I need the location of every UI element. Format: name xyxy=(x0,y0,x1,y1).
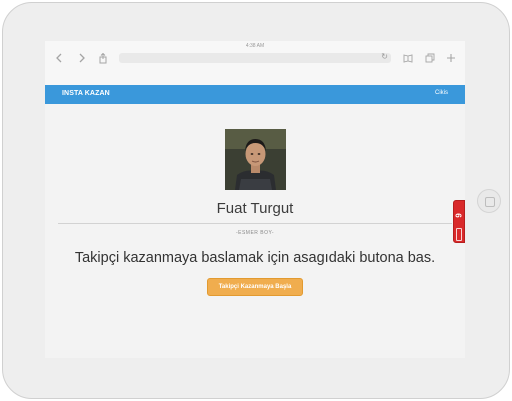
side-tab-icon xyxy=(456,228,462,241)
divider xyxy=(58,223,452,224)
tabs-icon[interactable] xyxy=(425,53,435,65)
device-screen: 4:38 AM ↻ INSTA KAZAN Cikis Fuat Turgut … xyxy=(45,41,465,358)
book-icon[interactable] xyxy=(403,53,413,65)
plus-icon[interactable] xyxy=(446,53,456,65)
chevron-left-icon[interactable] xyxy=(55,53,63,65)
reload-icon[interactable]: ↻ xyxy=(381,52,388,61)
home-button-icon xyxy=(485,197,495,207)
side-feedback-tab[interactable]: 6 xyxy=(453,200,465,243)
app-title[interactable]: INSTA KAZAN xyxy=(62,90,110,97)
address-bar[interactable]: ↻ xyxy=(119,52,391,63)
browser-toolbar: 4:38 AM ↻ xyxy=(45,41,465,86)
share-icon[interactable] xyxy=(98,52,108,66)
profile-name: Fuat Turgut xyxy=(216,200,294,217)
start-following-button[interactable]: Takipçi Kazanmaya Başla xyxy=(207,278,303,296)
home-button[interactable] xyxy=(477,189,501,213)
chevron-right-icon[interactable] xyxy=(78,53,86,65)
side-tab-label: 6 xyxy=(453,213,463,218)
app-header: INSTA KAZAN Cikis xyxy=(45,85,465,104)
avatar xyxy=(225,129,286,190)
instruction-text: Takipçi kazanmaya baslamak için asagıdak… xyxy=(74,250,436,266)
status-time: 4:38 AM xyxy=(245,43,265,49)
logout-link[interactable]: Cikis xyxy=(435,90,448,96)
profile-bio: -ESMER BOY- xyxy=(235,230,275,236)
